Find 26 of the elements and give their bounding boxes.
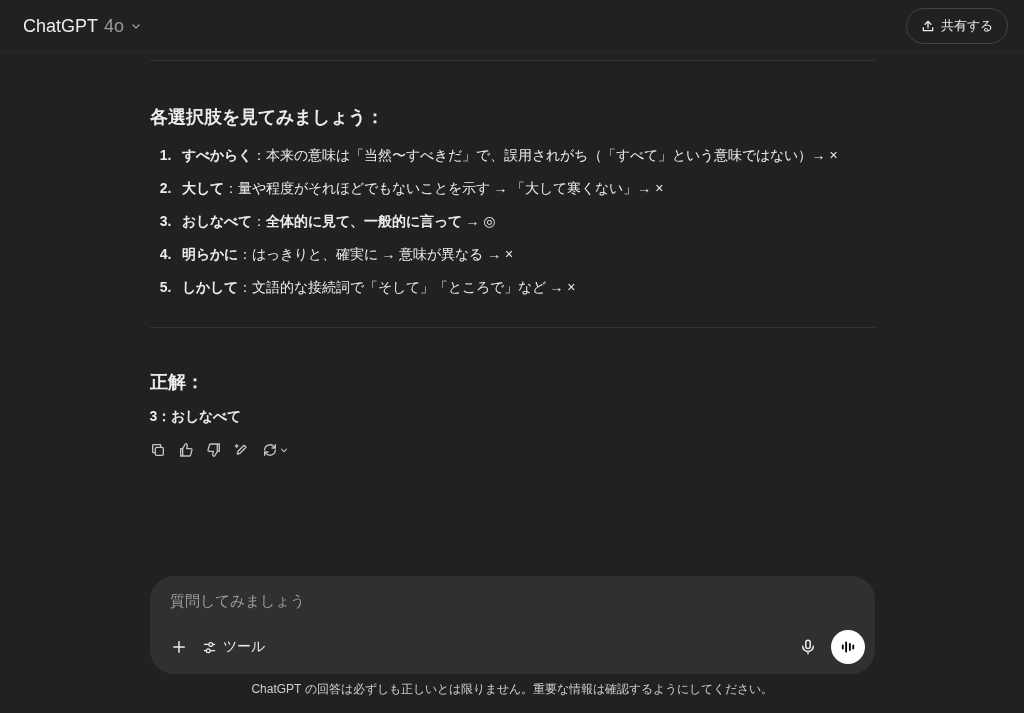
list-number: 4.: [158, 245, 172, 264]
copy-icon[interactable]: [149, 442, 166, 458]
regenerate-icon[interactable]: [261, 442, 289, 458]
message-composer[interactable]: 質問してみましょう ツール: [149, 576, 875, 674]
list-number: 5.: [158, 278, 172, 297]
list-item-text: おしなべて：全体的に見て、一般的に言って → ◎: [181, 212, 496, 231]
list-number: 2.: [158, 179, 172, 198]
model-selector[interactable]: ChatGPT 4o: [23, 15, 143, 37]
pencil-icon[interactable]: [233, 442, 250, 458]
voice-mode-button[interactable]: [830, 630, 865, 664]
disclaimer-text: ChatGPT の回答は必ずしも正しいとは限りません。重要な情報は確認するようにしてください。: [250, 681, 774, 698]
list-number: 3.: [158, 212, 172, 231]
tools-button[interactable]: ツール: [201, 638, 265, 656]
list-item-text: 明らかに：はっきりと、確実に → 意味が異なる → ×: [181, 245, 514, 264]
answer-text: 3：おしなべて: [149, 408, 243, 426]
list-item-text: 大して：量や程度がそれほどでもないことを示す → 「大して寒くない」→ ×: [181, 179, 664, 198]
thumbs-up-icon[interactable]: [177, 442, 194, 458]
list-item-text: すべからく：本来の意味は「当然〜すべきだ」で、誤用されがち（「すべて」という意味ではない）→ ×: [181, 146, 838, 165]
sliders-icon[interactable]: [201, 639, 217, 655]
placeholder-text: 質問してみましょう: [169, 592, 306, 611]
section-heading: 各選択肢を見てみましょう：: [149, 106, 385, 129]
thumbs-down-icon[interactable]: [205, 442, 222, 458]
answer-heading: 正解：: [149, 371, 205, 394]
list-number: 1.: [158, 146, 172, 165]
list-item-text: しかして：文語的な接続詞で「そして」「ところで」など → ×: [181, 278, 576, 297]
upload-icon[interactable]: [921, 19, 935, 33]
